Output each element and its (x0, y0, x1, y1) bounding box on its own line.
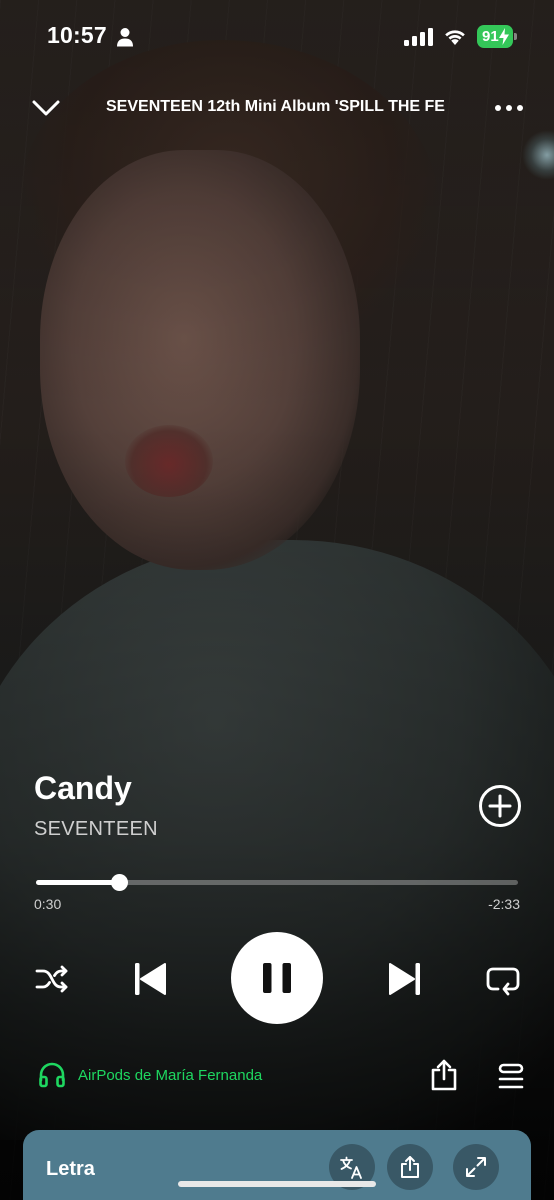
share-icon[interactable] (428, 1058, 460, 1092)
track-title[interactable]: Candy (34, 770, 132, 807)
elapsed-time: 0:30 (34, 896, 62, 912)
status-bar: 10:57 91 (0, 0, 554, 74)
cellular-signal-icon (404, 28, 433, 46)
pause-icon (263, 963, 291, 993)
battery-indicator: 91 (477, 25, 517, 48)
translate-icon (340, 1156, 362, 1179)
wifi-icon (445, 30, 465, 45)
connected-device-label[interactable]: AirPods de María Fernanda (78, 1067, 262, 1084)
chevron-down-icon[interactable] (30, 96, 62, 120)
previous-track-icon[interactable] (131, 960, 169, 998)
next-track-icon[interactable] (386, 960, 424, 998)
progress-fill (36, 880, 119, 885)
pause-button[interactable] (231, 932, 323, 1024)
playing-from-title[interactable]: SEVENTEEN 12th Mini Album 'SPILL THE FE (106, 98, 466, 116)
progress-bar[interactable] (36, 874, 518, 891)
expand-icon (466, 1157, 486, 1177)
lyrics-share-button[interactable] (387, 1144, 433, 1190)
home-indicator[interactable] (178, 1181, 376, 1187)
progress-thumb[interactable] (110, 874, 128, 891)
shuffle-icon[interactable] (34, 962, 70, 996)
remaining-time: -2:33 (488, 896, 520, 912)
status-time: 10:57 (47, 22, 107, 48)
headphones-icon[interactable] (38, 1061, 66, 1089)
track-artist[interactable]: SEVENTEEN (34, 818, 158, 841)
person-icon (117, 28, 133, 47)
charging-bolt-icon (499, 28, 509, 45)
battery-level: 91 (482, 28, 499, 45)
lyrics-title: Letra (46, 1158, 95, 1180)
queue-icon[interactable] (496, 1062, 526, 1090)
add-to-library-button[interactable] (478, 784, 522, 828)
more-options-icon[interactable] (494, 104, 524, 112)
repeat-icon[interactable] (485, 962, 521, 996)
share-icon (401, 1156, 419, 1178)
expand-lyrics-button[interactable] (453, 1144, 499, 1190)
player-header: SEVENTEEN 12th Mini Album 'SPILL THE FE (0, 84, 554, 132)
lyrics-card[interactable]: Letra (23, 1130, 531, 1200)
